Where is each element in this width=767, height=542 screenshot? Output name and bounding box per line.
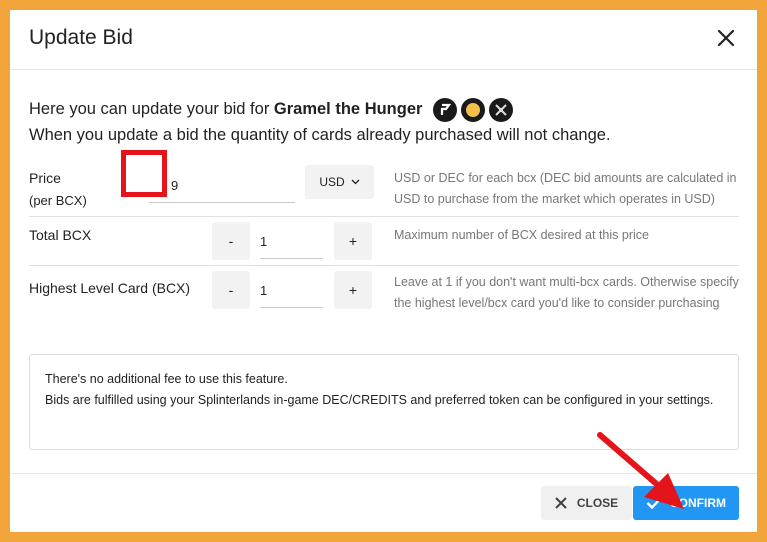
intro-text: Here you can update your bid for Gramel … — [29, 96, 611, 148]
info-line-1: There's no additional fee to use this fe… — [45, 372, 288, 386]
check-icon — [646, 497, 662, 509]
highest-level-help: Leave at 1 if you don't want multi-bcx c… — [394, 275, 739, 310]
confirm-button[interactable]: CONFIRM — [633, 486, 739, 520]
confirm-button-label: CONFIRM — [670, 496, 726, 510]
total-bcx-label: Total BCX — [29, 227, 92, 243]
card-name: Gramel the Hunger — [273, 100, 423, 118]
dialog-header: Update Bid — [10, 10, 757, 70]
currency-select[interactable]: USD — [305, 165, 374, 199]
update-bid-dialog: Update Bid Here you can update your bid … — [10, 10, 757, 532]
card-badges — [433, 97, 514, 122]
currency-label: USD — [319, 175, 345, 189]
chevron-down-icon — [351, 179, 360, 185]
total-bcx-input[interactable] — [260, 224, 323, 259]
dialog-footer-divider — [10, 473, 757, 474]
close-icon — [555, 497, 567, 509]
element-icon — [489, 97, 514, 122]
highest-level-row: Highest Level Card (BCX) - + Leave at 1 … — [29, 266, 739, 340]
total-bcx-help: Maximum number of BCX desired at this pr… — [394, 228, 649, 242]
highest-level-increment-button[interactable]: + — [334, 271, 372, 309]
intro-prefix: Here you can update your bid for — [29, 100, 274, 118]
price-sublabel: (per BCX) — [29, 193, 87, 208]
total-bcx-decrement-button[interactable]: - — [212, 222, 250, 260]
dialog-title: Update Bid — [29, 26, 133, 49]
total-bcx-row: Total BCX - + Maximum number of BCX desi… — [29, 217, 739, 266]
price-input[interactable] — [149, 168, 295, 203]
rarity-icon — [461, 97, 486, 122]
close-button[interactable]: CLOSE — [541, 486, 632, 520]
close-icon[interactable] — [715, 27, 737, 49]
price-row: Price (per BCX) USD USD or DEC for each … — [29, 158, 739, 217]
price-help: USD or DEC for each bcx (DEC bid amounts… — [394, 171, 737, 206]
total-bcx-increment-button[interactable]: + — [334, 222, 372, 260]
close-button-label: CLOSE — [576, 496, 619, 510]
highest-level-input[interactable] — [260, 273, 323, 308]
edition-icon — [433, 97, 458, 122]
highest-level-decrement-button[interactable]: - — [212, 271, 250, 309]
intro-line2: When you update a bid the quantity of ca… — [29, 126, 611, 144]
highest-level-label: Highest Level Card (BCX) — [29, 280, 191, 296]
info-box: There's no additional fee to use this fe… — [29, 354, 739, 450]
price-label: Price — [29, 170, 61, 186]
info-line-2: Bids are fulfilled using your Splinterla… — [45, 393, 714, 407]
